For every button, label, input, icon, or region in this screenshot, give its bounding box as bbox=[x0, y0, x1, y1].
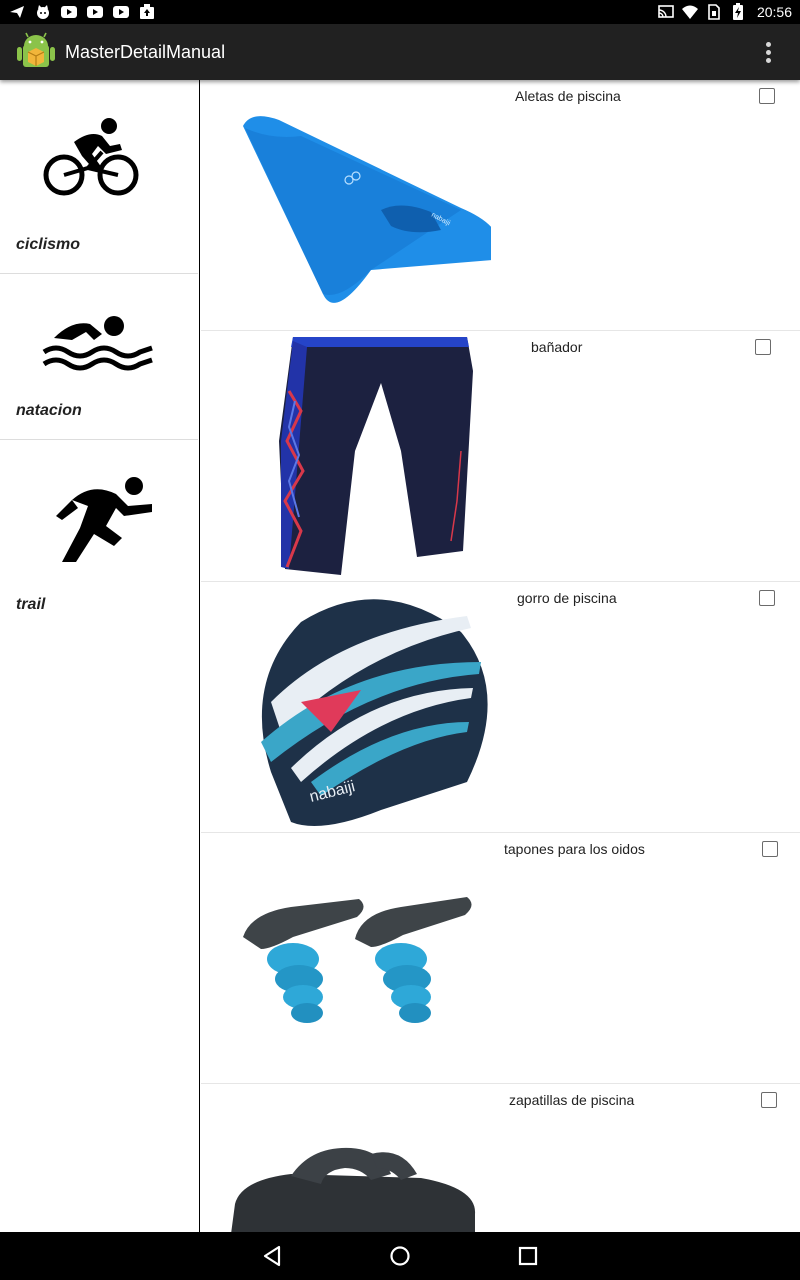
product-list: nabaiji Aletas de piscina bañador nabaij… bbox=[201, 80, 800, 1232]
recents-icon[interactable] bbox=[516, 1244, 540, 1268]
app-bar: MasterDetailManual bbox=[0, 24, 800, 80]
wifi-icon bbox=[681, 5, 698, 19]
sim-icon bbox=[708, 4, 720, 20]
swim-fin-image: nabaiji bbox=[243, 116, 491, 303]
product-name: zapatillas de piscina bbox=[509, 1092, 635, 1108]
navigation-bar bbox=[0, 1232, 800, 1280]
product-name: bañador bbox=[531, 339, 583, 355]
app-title: MasterDetailManual bbox=[65, 41, 226, 62]
category-label: ciclismo bbox=[16, 236, 81, 253]
overflow-menu-button[interactable] bbox=[756, 40, 780, 64]
cast-icon bbox=[658, 5, 674, 18]
category-label: trail bbox=[16, 596, 46, 613]
send-icon bbox=[10, 6, 24, 18]
product-checkbox[interactable] bbox=[759, 590, 775, 606]
ear-plugs-image bbox=[243, 897, 472, 1023]
running-icon bbox=[56, 477, 152, 562]
pool-sandal-image bbox=[231, 1147, 476, 1232]
product-checkbox[interactable] bbox=[761, 1092, 777, 1108]
product-row-tapones[interactable]: tapones para los oidos bbox=[201, 833, 800, 1084]
product-row-gorro[interactable]: nabaiji gorro de piscina bbox=[201, 582, 800, 833]
overflow-menu-icon bbox=[765, 41, 771, 47]
product-row-zapatillas[interactable]: zapatillas de piscina bbox=[201, 1084, 800, 1232]
youtube-icon bbox=[113, 6, 129, 18]
android-cat-icon bbox=[37, 5, 49, 19]
category-item-natacion[interactable]: natacion bbox=[0, 274, 198, 440]
upload-icon bbox=[140, 4, 154, 19]
swimming-icon bbox=[42, 316, 153, 371]
youtube-icon bbox=[61, 6, 77, 18]
product-checkbox[interactable] bbox=[755, 339, 771, 355]
category-item-ciclismo[interactable]: ciclismo bbox=[0, 80, 198, 274]
category-list: ciclismo natacion trail bbox=[0, 80, 200, 1232]
product-name: Aletas de piscina bbox=[515, 88, 621, 104]
clock: 20:56 bbox=[756, 4, 792, 20]
youtube-icon bbox=[87, 6, 103, 18]
app-logo-icon bbox=[17, 32, 55, 67]
back-icon[interactable] bbox=[260, 1244, 284, 1268]
system-icons: 20:56 bbox=[657, 2, 792, 22]
notification-icons bbox=[8, 3, 156, 21]
battery-charging-icon bbox=[732, 3, 743, 20]
swim-cap-image: nabaiji bbox=[261, 599, 488, 826]
product-row-aletas[interactable]: nabaiji Aletas de piscina bbox=[201, 80, 800, 331]
home-icon[interactable] bbox=[388, 1244, 412, 1268]
product-name: tapones para los oidos bbox=[504, 841, 645, 857]
swim-shorts-image bbox=[279, 337, 473, 575]
cycling-icon bbox=[43, 118, 139, 196]
category-label: natacion bbox=[16, 402, 82, 419]
status-bar: 20:56 bbox=[0, 0, 800, 24]
product-name: gorro de piscina bbox=[517, 590, 617, 606]
product-row-banador[interactable]: bañador bbox=[201, 331, 800, 582]
product-checkbox[interactable] bbox=[762, 841, 778, 857]
product-checkbox[interactable] bbox=[759, 88, 775, 104]
